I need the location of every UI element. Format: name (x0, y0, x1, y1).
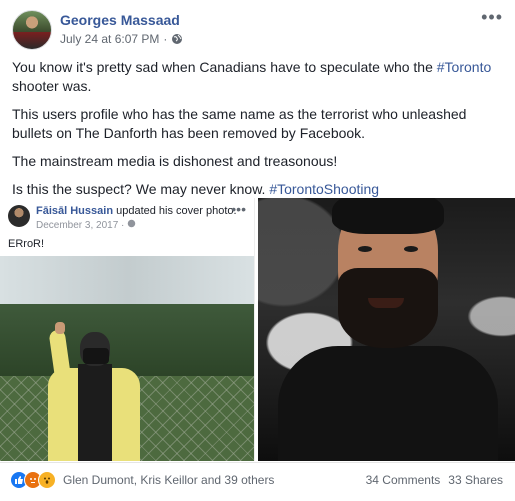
shares-count[interactable]: 33 Shares (448, 473, 503, 487)
person-figure (38, 322, 148, 461)
wow-icon[interactable] (38, 471, 56, 489)
dark-shirt (278, 346, 498, 461)
embedded-name-row: Fāisāl Hussain updated his cover photo. (36, 205, 237, 217)
portrait-photo[interactable] (258, 198, 515, 461)
hair (332, 198, 444, 234)
paragraph-text: The mainstream media is dishonest and tr… (12, 153, 338, 169)
post-meta: July 24 at 6:07 PM · (60, 32, 183, 46)
smile (368, 298, 404, 308)
post-paragraph-2: This users profile who has the same name… (12, 105, 503, 143)
beard (338, 268, 438, 348)
post-footer: Glen Dumont, Kris Keillor and 39 others … (0, 462, 515, 501)
embedded-more-icon: ••• (231, 201, 246, 217)
more-options-icon[interactable]: ••• (481, 8, 503, 26)
embedded-caption: ERroR! (8, 238, 45, 250)
embedded-name: Fāisāl Hussain (36, 205, 114, 217)
author-avatar[interactable] (12, 10, 52, 50)
eye (358, 246, 372, 252)
embedded-date-text: December 3, 2017 · (36, 220, 128, 231)
embedded-date: December 3, 2017 · (36, 219, 136, 231)
cover-photo (0, 256, 254, 461)
meta-separator: · (163, 32, 168, 46)
paragraph-text: shooter was. (12, 78, 92, 94)
embedded-avatar (8, 205, 30, 227)
post-media[interactable]: Fāisāl Hussain updated his cover photo. … (0, 198, 515, 461)
post-paragraph-1: You know it's pretty sad when Canadians … (12, 58, 503, 96)
paragraph-text: Is this the suspect? We may never know. (12, 181, 270, 197)
globe-icon (127, 219, 136, 228)
embedded-screenshot[interactable]: Fāisāl Hussain updated his cover photo. … (0, 198, 255, 461)
eye (404, 246, 418, 252)
embedded-action: updated his cover photo. (113, 205, 237, 217)
paragraph-text: This users profile who has the same name… (12, 106, 467, 141)
comments-count[interactable]: 34 Comments (366, 473, 441, 487)
globe-icon[interactable] (171, 33, 183, 45)
reaction-icons[interactable] (10, 471, 56, 489)
blurred-sky (0, 256, 254, 304)
reaction-names[interactable]: Glen Dumont, Kris Keillor and 39 others (63, 473, 274, 487)
hashtag-link[interactable]: #Toronto (437, 59, 491, 75)
post-header: Georges Massaad July 24 at 6:07 PM · ••• (12, 8, 503, 54)
black-scarf (78, 364, 112, 461)
author-name[interactable]: Georges Massaad (60, 12, 180, 28)
post-timestamp[interactable]: July 24 at 6:07 PM (60, 32, 159, 46)
post-paragraph-3: The mainstream media is dishonest and tr… (12, 152, 503, 171)
engagement-counts: 34 Comments 33 Shares (366, 473, 503, 487)
raised-hand (55, 322, 65, 334)
hashtag-link[interactable]: #TorontoShooting (269, 181, 379, 197)
post-body: You know it's pretty sad when Canadians … (12, 58, 503, 208)
post-paragraph-4: Is this the suspect? We may never know. … (12, 180, 503, 199)
face-mask (83, 348, 109, 364)
paragraph-text: You know it's pretty sad when Canadians … (12, 59, 437, 75)
